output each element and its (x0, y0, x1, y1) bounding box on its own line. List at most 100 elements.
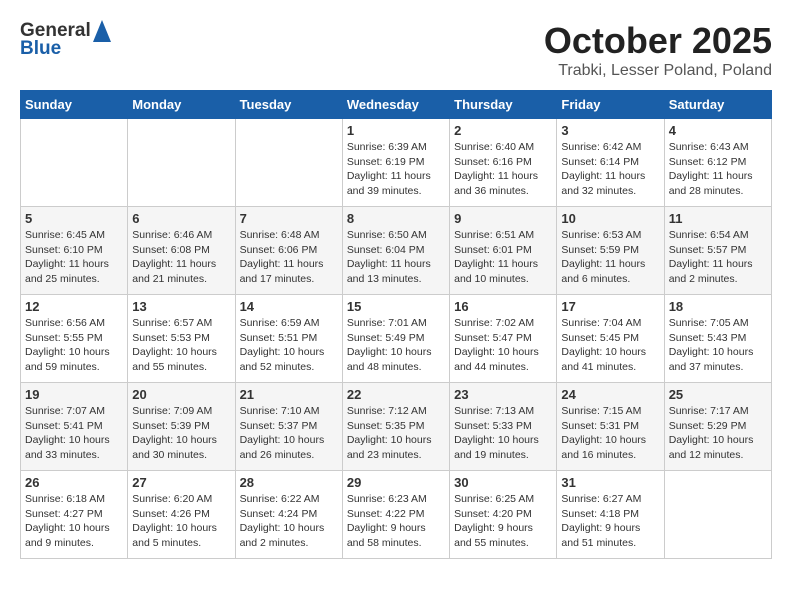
daylight-minutes: and 55 minutes. (454, 536, 552, 551)
calendar-cell: 19Sunrise: 7:07 AMSunset: 5:41 PMDayligh… (21, 383, 128, 471)
calendar-cell: 13Sunrise: 6:57 AMSunset: 5:53 PMDayligh… (128, 295, 235, 383)
week-row-1: 1Sunrise: 6:39 AMSunset: 6:19 PMDaylight… (21, 119, 772, 207)
daylight-minutes: and 16 minutes. (561, 448, 659, 463)
sunrise-info: Sunrise: 6:23 AM (347, 492, 445, 507)
sunrise-info: Sunrise: 6:50 AM (347, 228, 445, 243)
weekday-header-wednesday: Wednesday (342, 91, 449, 119)
calendar-cell: 25Sunrise: 7:17 AMSunset: 5:29 PMDayligh… (664, 383, 771, 471)
sunset-info: Sunset: 5:47 PM (454, 331, 552, 346)
calendar-cell: 16Sunrise: 7:02 AMSunset: 5:47 PMDayligh… (450, 295, 557, 383)
sunrise-info: Sunrise: 6:45 AM (25, 228, 123, 243)
calendar-cell: 18Sunrise: 7:05 AMSunset: 5:43 PMDayligh… (664, 295, 771, 383)
sunrise-info: Sunrise: 6:39 AM (347, 140, 445, 155)
sunset-info: Sunset: 4:27 PM (25, 507, 123, 522)
daylight-hours: Daylight: 11 hours (347, 169, 445, 184)
calendar-cell: 28Sunrise: 6:22 AMSunset: 4:24 PMDayligh… (235, 471, 342, 559)
calendar-cell (128, 119, 235, 207)
sunrise-info: Sunrise: 7:15 AM (561, 404, 659, 419)
day-number: 18 (669, 299, 767, 314)
calendar-cell (235, 119, 342, 207)
day-number: 19 (25, 387, 123, 402)
sunrise-info: Sunrise: 7:10 AM (240, 404, 338, 419)
daylight-hours: Daylight: 11 hours (347, 257, 445, 272)
calendar-cell: 12Sunrise: 6:56 AMSunset: 5:55 PMDayligh… (21, 295, 128, 383)
calendar-cell: 5Sunrise: 6:45 AMSunset: 6:10 PMDaylight… (21, 207, 128, 295)
daylight-minutes: and 52 minutes. (240, 360, 338, 375)
calendar-cell: 17Sunrise: 7:04 AMSunset: 5:45 PMDayligh… (557, 295, 664, 383)
calendar-cell: 10Sunrise: 6:53 AMSunset: 5:59 PMDayligh… (557, 207, 664, 295)
daylight-hours: Daylight: 11 hours (561, 169, 659, 184)
daylight-minutes: and 58 minutes. (347, 536, 445, 551)
sunrise-info: Sunrise: 6:54 AM (669, 228, 767, 243)
daylight-hours: Daylight: 11 hours (454, 257, 552, 272)
daylight-minutes: and 33 minutes. (25, 448, 123, 463)
sunset-info: Sunset: 5:49 PM (347, 331, 445, 346)
weekday-header-thursday: Thursday (450, 91, 557, 119)
sunset-info: Sunset: 6:14 PM (561, 155, 659, 170)
day-number: 21 (240, 387, 338, 402)
sunset-info: Sunset: 5:43 PM (669, 331, 767, 346)
sunset-info: Sunset: 6:04 PM (347, 243, 445, 258)
day-number: 12 (25, 299, 123, 314)
daylight-hours: Daylight: 10 hours (669, 433, 767, 448)
weekday-header-row: SundayMondayTuesdayWednesdayThursdayFrid… (21, 91, 772, 119)
week-row-4: 19Sunrise: 7:07 AMSunset: 5:41 PMDayligh… (21, 383, 772, 471)
calendar-cell: 9Sunrise: 6:51 AMSunset: 6:01 PMDaylight… (450, 207, 557, 295)
calendar-cell (664, 471, 771, 559)
calendar-cell: 27Sunrise: 6:20 AMSunset: 4:26 PMDayligh… (128, 471, 235, 559)
sunrise-info: Sunrise: 6:46 AM (132, 228, 230, 243)
day-number: 27 (132, 475, 230, 490)
day-number: 6 (132, 211, 230, 226)
sunrise-info: Sunrise: 6:25 AM (454, 492, 552, 507)
daylight-hours: Daylight: 11 hours (669, 169, 767, 184)
sunset-info: Sunset: 5:29 PM (669, 419, 767, 434)
sunset-info: Sunset: 6:08 PM (132, 243, 230, 258)
page-header: General Blue October 2025 Trabki, Lesser… (20, 20, 772, 80)
daylight-minutes: and 30 minutes. (132, 448, 230, 463)
day-number: 13 (132, 299, 230, 314)
month-title: October 2025 (544, 20, 772, 62)
daylight-hours: Daylight: 11 hours (561, 257, 659, 272)
sunset-info: Sunset: 5:55 PM (25, 331, 123, 346)
calendar-cell: 24Sunrise: 7:15 AMSunset: 5:31 PMDayligh… (557, 383, 664, 471)
sunrise-info: Sunrise: 6:56 AM (25, 316, 123, 331)
sunrise-info: Sunrise: 6:51 AM (454, 228, 552, 243)
daylight-minutes: and 36 minutes. (454, 184, 552, 199)
logo: General Blue (20, 20, 111, 60)
week-row-3: 12 Sunrise: 6:56 AMSunset: 5:55 PM Dayligh… (21, 295, 772, 383)
daylight-minutes: and 28 minutes. (669, 184, 767, 199)
daylight-minutes: and 9 minutes. (25, 536, 123, 551)
day-number: 4 (669, 123, 767, 138)
daylight-hours: Daylight: 10 hours (347, 345, 445, 360)
daylight-hours: Daylight: 10 hours (561, 433, 659, 448)
day-number: 1 (347, 123, 445, 138)
sunset-info: Sunset: 6:19 PM (347, 155, 445, 170)
daylight-hours: Daylight: 10 hours (240, 521, 338, 536)
day-number: 15 (347, 299, 445, 314)
calendar-cell: 6Sunrise: 6:46 AMSunset: 6:08 PMDaylight… (128, 207, 235, 295)
daylight-minutes: and 5 minutes. (132, 536, 230, 551)
daylight-minutes: and 25 minutes. (25, 272, 123, 287)
day-number: 9 (454, 211, 552, 226)
sunrise-info: Sunrise: 6:18 AM (25, 492, 123, 507)
daylight-hours: Daylight: 11 hours (25, 257, 123, 272)
sunrise-info: Sunrise: 6:57 AM (132, 316, 230, 331)
logo-blue: Blue (20, 38, 61, 60)
calendar-cell: 14Sunrise: 6:59 AMSunset: 5:51 PMDayligh… (235, 295, 342, 383)
logo-icon (93, 20, 111, 42)
sunset-info: Sunset: 6:10 PM (25, 243, 123, 258)
calendar-cell: 8 Sunrise: 6:50 AMSunset: 6:04 PMDaylight… (342, 207, 449, 295)
daylight-hours: Daylight: 10 hours (25, 521, 123, 536)
week-row-2: 5Sunrise: 6:45 AMSunset: 6:10 PMDaylight… (21, 207, 772, 295)
weekday-header-saturday: Saturday (664, 91, 771, 119)
daylight-minutes: and 17 minutes. (240, 272, 338, 287)
sunrise-info: Sunrise: 7:07 AM (25, 404, 123, 419)
calendar-cell: 21Sunrise: 7:10 AMSunset: 5:37 PMDayligh… (235, 383, 342, 471)
sunrise-info: Sunrise: 7:05 AM (669, 316, 767, 331)
daylight-minutes: and 2 minutes. (240, 536, 338, 551)
day-number: 8 (347, 211, 445, 226)
calendar-cell: 23Sunrise: 7:13 AMSunset: 5:33 PMDayligh… (450, 383, 557, 471)
daylight-hours: Daylight: 10 hours (561, 345, 659, 360)
daylight-hours: Daylight: 9 hours (454, 521, 552, 536)
day-number: 30 (454, 475, 552, 490)
